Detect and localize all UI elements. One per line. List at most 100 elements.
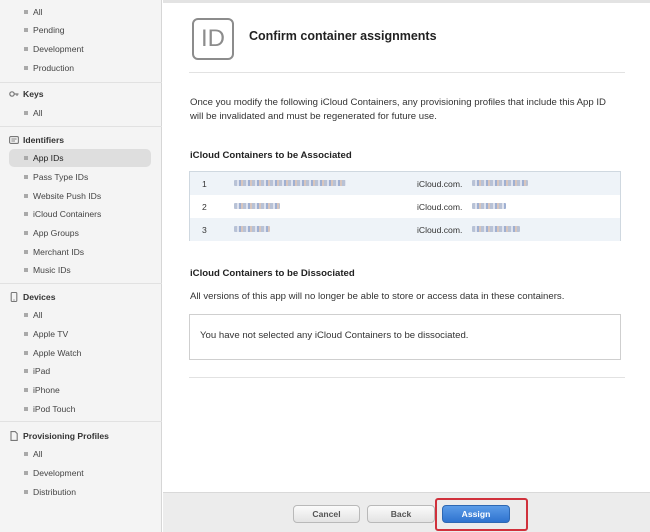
table-row: 1 iCloud.com. [190,172,620,195]
sidebar-item-website-push-ids[interactable]: Website Push IDs [0,187,162,205]
bullet-icon [24,471,28,475]
bullet-icon [24,490,28,494]
top-divider [163,0,650,3]
sidebar-item-app-ids[interactable]: App IDs [0,149,162,167]
sidebar-heading-label: Devices [23,292,56,302]
sidebar: All Pending Development Production Keys … [0,0,162,532]
dissociated-description: All versions of this app will no longer … [190,291,565,302]
bullet-icon [24,66,28,70]
table-row: 2 iCloud.com. [190,195,620,218]
cancel-button[interactable]: Cancel [293,505,360,523]
sidebar-item-music-ids[interactable]: Music IDs [0,261,162,279]
sidebar-item-label: iPod Touch [33,404,76,414]
id-icon: ID [192,18,234,60]
sidebar-divider [0,126,162,127]
divider [189,72,625,73]
bullet-icon [24,212,28,216]
sidebar-item-apple-tv[interactable]: Apple TV [0,325,162,343]
sidebar-item-label: Distribution [33,487,76,497]
bullet-icon [24,332,28,336]
id-card-icon [9,136,19,144]
sidebar-heading-provisioning-profiles[interactable]: Provisioning Profiles [0,428,162,444]
bullet-icon [24,388,28,392]
modification-warning: Once you modify the following iCloud Con… [190,97,606,122]
bullet-icon [24,452,28,456]
bullet-icon [24,268,28,272]
bullet-icon [24,369,28,373]
sidebar-item-devices-all[interactable]: All [0,306,162,324]
sidebar-item-ipod-touch[interactable]: iPod Touch [0,400,162,418]
row-number: 1 [202,179,207,189]
sidebar-item-label: Music IDs [33,265,71,275]
sidebar-item-label: Pass Type IDs [33,172,89,182]
row-number: 3 [202,225,207,235]
sidebar-item-label: App IDs [33,153,64,163]
sidebar-item-pass-type-ids[interactable]: Pass Type IDs [0,168,162,186]
sidebar-item-merchant-ids[interactable]: Merchant IDs [0,243,162,261]
sidebar-item-keys-all[interactable]: All [0,104,162,122]
sidebar-item-apple-watch[interactable]: Apple Watch [0,344,162,362]
sidebar-item-label: Apple Watch [33,348,82,358]
bullet-icon [24,156,28,160]
sidebar-item-profiles-distribution[interactable]: Distribution [0,483,162,501]
sidebar-item-ipad[interactable]: iPad [0,362,162,380]
sidebar-item-app-groups[interactable]: App Groups [0,224,162,242]
sidebar-item-development[interactable]: Development [0,40,162,58]
bullet-icon [24,10,28,14]
sidebar-item-label: Development [33,44,84,54]
sidebar-item-profiles-development[interactable]: Development [0,464,162,482]
back-button[interactable]: Back [367,505,435,523]
sidebar-item-label: All [33,449,43,459]
sidebar-divider [0,421,162,422]
bullet-icon [24,231,28,235]
empty-message: You have not selected any iCloud Contain… [200,330,469,341]
sidebar-item-label: Website Push IDs [33,191,102,201]
container-id: iCloud.com. [417,202,463,212]
sidebar-item-label: Merchant IDs [33,247,85,257]
associated-heading: iCloud Containers to be Associated [190,150,352,161]
associated-containers-table: 1 iCloud.com. 2 iCloud.com. 3 iCloud.com… [189,171,621,241]
sidebar-item-profiles-all[interactable]: All [0,445,162,463]
page-title: Confirm container assignments [249,29,437,43]
bullet-icon [24,111,28,115]
table-row: 3 iCloud.com. [190,218,620,241]
sidebar-heading-keys[interactable]: Keys [0,86,162,102]
sidebar-heading-identifiers[interactable]: Identifiers [0,132,162,148]
redacted-container-name [234,226,270,232]
assign-button[interactable]: Assign [442,505,510,523]
sidebar-item-iphone[interactable]: iPhone [0,381,162,399]
bullet-icon [24,250,28,254]
sidebar-item-all[interactable]: All [0,3,162,21]
sidebar-heading-devices[interactable]: Devices [0,289,162,305]
sidebar-item-pending[interactable]: Pending [0,21,162,39]
sidebar-heading-label: Provisioning Profiles [23,431,109,441]
bullet-icon [24,194,28,198]
sidebar-item-label: iCloud Containers [33,209,102,219]
divider [189,377,625,378]
sidebar-item-icloud-containers[interactable]: iCloud Containers [0,205,162,223]
key-icon [9,91,19,97]
device-icon [10,292,18,302]
dissociated-heading: iCloud Containers to be Dissociated [190,268,355,279]
bullet-icon [24,47,28,51]
dissociated-empty-box: You have not selected any iCloud Contain… [189,314,621,360]
row-number: 2 [202,202,207,212]
sidebar-item-production[interactable]: Production [0,59,162,77]
sidebar-item-label: App Groups [33,228,79,238]
bullet-icon [24,351,28,355]
sidebar-item-label: Pending [33,25,65,35]
sidebar-item-label: iPhone [33,385,60,395]
sidebar-item-label: All [33,108,43,118]
footer-bar: Cancel Back Assign [163,492,650,532]
bullet-icon [24,175,28,179]
sidebar-heading-label: Identifiers [23,135,65,145]
redacted-container-name [234,203,280,209]
sidebar-item-label: Apple TV [33,329,69,339]
sidebar-item-label: Development [33,468,84,478]
sidebar-divider [0,82,162,83]
sidebar-heading-label: Keys [23,89,44,99]
sidebar-item-label: All [33,7,43,17]
redacted-container-name [234,180,346,186]
sidebar-item-label: Production [33,63,75,73]
redacted-container-suffix [472,180,528,186]
